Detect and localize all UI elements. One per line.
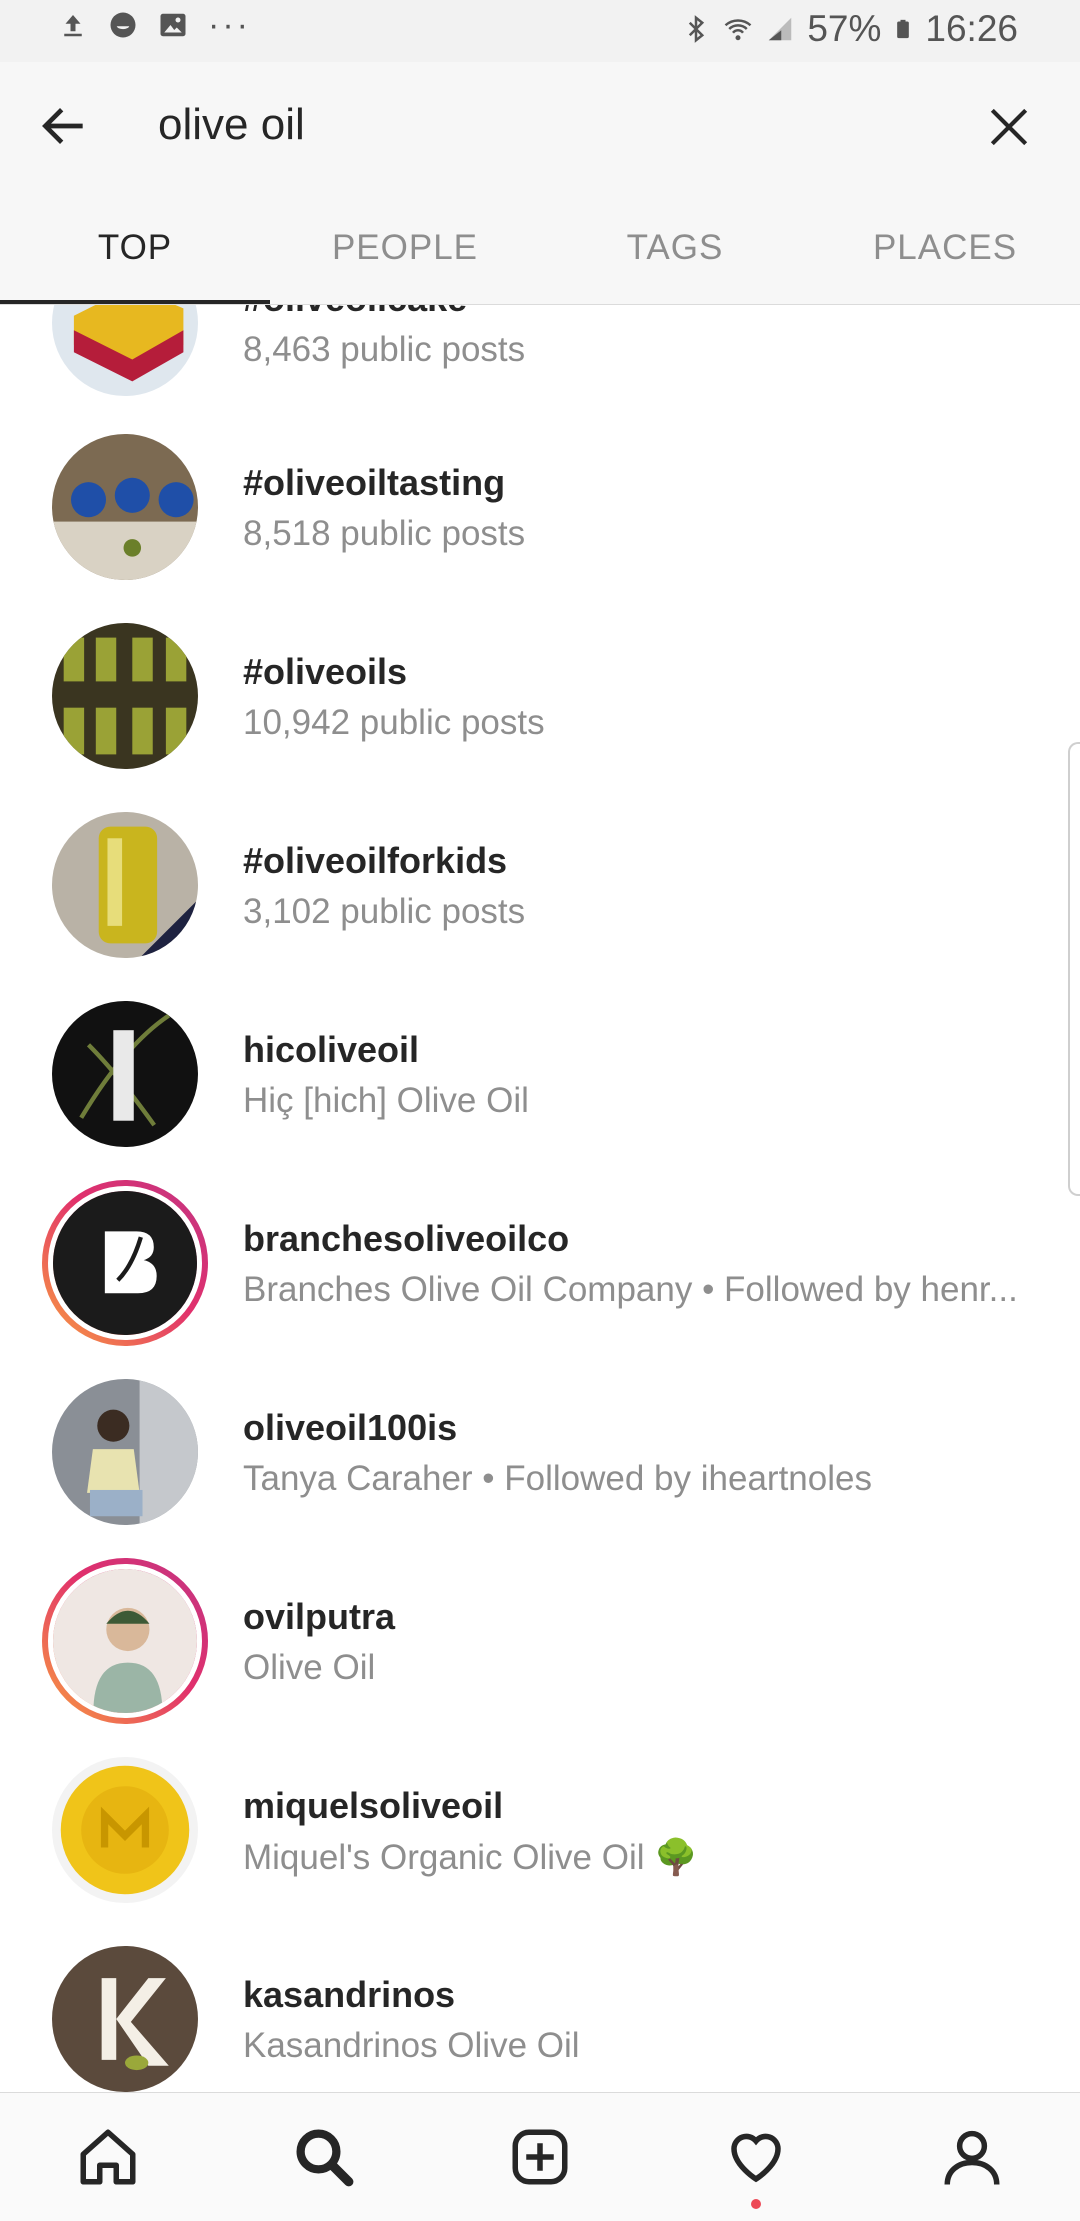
avatar [52,1757,198,1903]
nav-home[interactable] [68,2117,148,2197]
search-header: olive oil TOP PEOPLE TAGS PLACES [0,62,1080,305]
avatar [52,623,198,769]
tab-tags[interactable]: TAGS [540,222,810,304]
result-row-oliveoils[interactable]: #oliveoils 10,942 public posts [0,603,1080,792]
result-title: #oliveoilcake [243,305,467,320]
result-row-oliveoil100is[interactable]: oliveoil100is Tanya Caraher • Followed b… [0,1359,1080,1548]
scrollbar[interactable] [1068,742,1080,1196]
result-subtitle: 8,463 public posts [243,330,526,369]
battery-icon [897,19,910,39]
result-subtitle: Olive Oil [243,1648,376,1687]
tab-places[interactable]: PLACES [810,222,1080,304]
avatar [52,434,198,580]
result-subtitle: Kasandrinos Olive Oil [243,2026,580,2065]
result-subtitle: 10,942 public posts [243,703,545,742]
activity-heart-icon [731,2133,781,2183]
wifi-icon [725,19,752,41]
face-icon [110,12,136,38]
result-title: miquelsoliveoil [243,1785,504,1826]
status-bar: ··· 57% 16:26 [0,0,1080,62]
result-row-oliveoilcake[interactable]: #oliveoilcake 8,463 public posts [0,305,1080,419]
nav-new-post[interactable] [500,2117,580,2197]
result-row-kasandrinos[interactable]: kasandrinos Kasandrinos Olive Oil [0,1926,1080,2092]
avatar [52,1001,198,1147]
search-tabs: TOP PEOPLE TAGS PLACES [0,222,1080,304]
result-title: ovilputra [243,1596,396,1637]
profile-icon [944,2130,1000,2185]
result-row-oliveoiltasting[interactable]: #oliveoiltasting 8,518 public posts [0,414,1080,603]
avatar [52,1379,198,1525]
avatar-story-ring[interactable] [42,1558,208,1724]
result-title: #oliveoilforkids [243,840,508,881]
result-subtitle: 3,102 public posts [243,892,526,931]
clear-search-icon[interactable] [984,102,1034,152]
result-title: #oliveoiltasting [243,462,506,503]
avatar-story-ring[interactable] [42,1180,208,1346]
avatar [52,305,198,396]
result-title: oliveoil100is [243,1407,458,1448]
result-row-branchesoliveoilco[interactable]: branchesoliveoilco Branches Olive Oil Co… [0,1170,1080,1359]
result-row-oliveoilforkids[interactable]: #oliveoilforkids 3,102 public posts [0,792,1080,981]
result-subtitle: Tanya Caraher • Followed by iheartnoles [243,1459,872,1498]
search-results-list[interactable]: #oliveoilcake 8,463 public posts #oliveo… [0,305,1080,2092]
new-post-icon [512,2129,568,2185]
avatar [52,812,198,958]
active-tab-indicator [0,300,270,304]
bottom-nav [0,2092,1080,2221]
nav-search[interactable] [284,2117,364,2197]
result-subtitle: Hiç [hich] Olive Oil [243,1081,529,1120]
signal-icon [769,17,792,41]
result-subtitle: Miquel's Organic Olive Oil 🌳 [243,1838,698,1877]
image-icon [160,13,186,37]
more-dots-icon: ··· [208,6,251,44]
result-row-hicoliveoil[interactable]: hicoliveoil Hiç [hich] Olive Oil [0,981,1080,1170]
nav-profile[interactable] [932,2117,1012,2197]
clock: 16:26 [925,8,1018,49]
result-row-miquelsoliveoil[interactable]: miquelsoliveoil Miquel's Organic Olive O… [0,1737,1080,1926]
result-subtitle: 8,518 public posts [243,514,526,553]
avatar [52,1946,198,2092]
battery-percent: 57% [807,8,882,49]
notification-dot [751,2199,761,2209]
upload-icon [64,15,82,37]
result-title: hicoliveoil [243,1029,420,1070]
search-input[interactable]: olive oil [158,100,305,150]
result-title: branchesoliveoilco [243,1218,570,1259]
home-icon [80,2129,136,2185]
result-title: kasandrinos [243,1974,456,2015]
search-icon [296,2129,354,2187]
tab-top[interactable]: TOP [0,222,270,304]
back-arrow-icon[interactable] [36,98,92,154]
bluetooth-icon [689,15,705,43]
result-row-ovilputra[interactable]: ovilputra Olive Oil [0,1548,1080,1737]
result-subtitle: Branches Olive Oil Company • Followed by… [243,1270,1018,1309]
tab-people[interactable]: PEOPLE [270,222,540,304]
nav-activity[interactable] [716,2117,796,2209]
result-title: #oliveoils [243,651,408,692]
